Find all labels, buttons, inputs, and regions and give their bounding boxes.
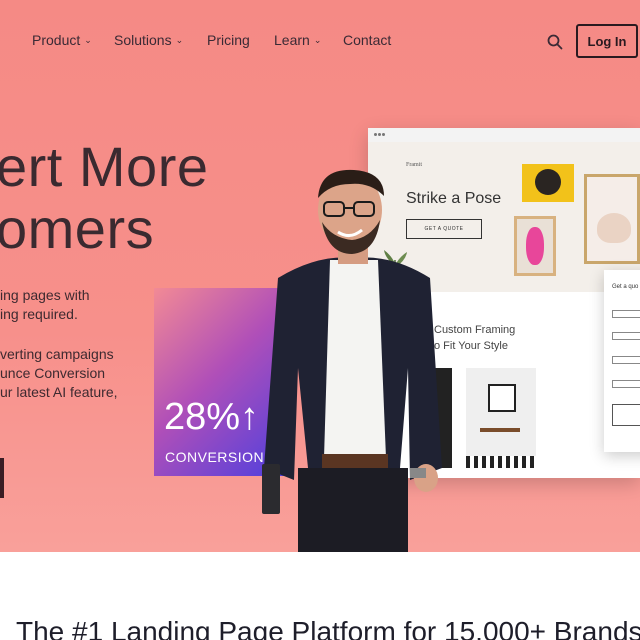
nav-item-label: Solutions (114, 32, 172, 48)
wall-frame-icon (488, 384, 516, 412)
nav-item-solutions[interactable]: Solutions ⌄ (114, 32, 183, 48)
framed-picture-room (466, 368, 536, 468)
pineapple-picture-frame (514, 216, 556, 276)
smiling-man-photo (262, 169, 442, 552)
login-button[interactable]: Log In (576, 24, 638, 58)
chevron-down-icon: ⌄ (313, 34, 322, 45)
nav-item-learn[interactable]: Learn ⌄ (274, 32, 321, 48)
hero-headline: ert More omers (0, 135, 209, 260)
stat-value: 28%↑ (164, 396, 260, 438)
form-field (612, 356, 640, 364)
quote-form-card: Get a quo (604, 270, 640, 452)
nav-item-label: Product (32, 32, 81, 48)
nav-item-product[interactable]: Product ⌄ (32, 32, 92, 48)
nav-item-contact[interactable]: Contact (343, 32, 391, 48)
hero-subtext-1: ing pages with ing required. (0, 287, 90, 322)
form-field (612, 310, 640, 318)
hero-section: Product ⌄ Solutions ⌄ Pricing Learn ⌄ Co… (0, 0, 640, 552)
dog-picture-frame (522, 164, 574, 202)
chevron-down-icon: ⌄ (84, 34, 92, 45)
chevron-down-icon: ⌄ (175, 34, 184, 45)
form-title: Get a quo (612, 284, 639, 290)
checkered-floor (466, 456, 536, 468)
side-table-icon (480, 428, 520, 452)
hero-subtext-2: verting campaigns unce Conversion ur lat… (0, 346, 118, 400)
window-dot-icon (382, 133, 385, 136)
nav-item-label: Pricing (207, 32, 250, 48)
window-dot-icon (374, 133, 377, 136)
browser-bar (368, 128, 640, 142)
nav-item-pricing[interactable]: Pricing (207, 32, 250, 48)
portrait-picture-frame (584, 174, 640, 264)
form-field (612, 332, 640, 340)
nav-item-label: Learn (274, 32, 310, 48)
form-field (612, 380, 640, 388)
hero-cta-button[interactable] (0, 458, 4, 498)
nav-item-label: Contact (343, 32, 392, 48)
search-icon[interactable] (546, 33, 564, 51)
window-dot-icon (378, 133, 381, 136)
section-title: The #1 Landing Page Platform for 15,000+… (16, 616, 640, 640)
form-submit-button (612, 404, 640, 426)
top-nav: Product ⌄ Solutions ⌄ Pricing Learn ⌄ Co… (0, 0, 640, 82)
